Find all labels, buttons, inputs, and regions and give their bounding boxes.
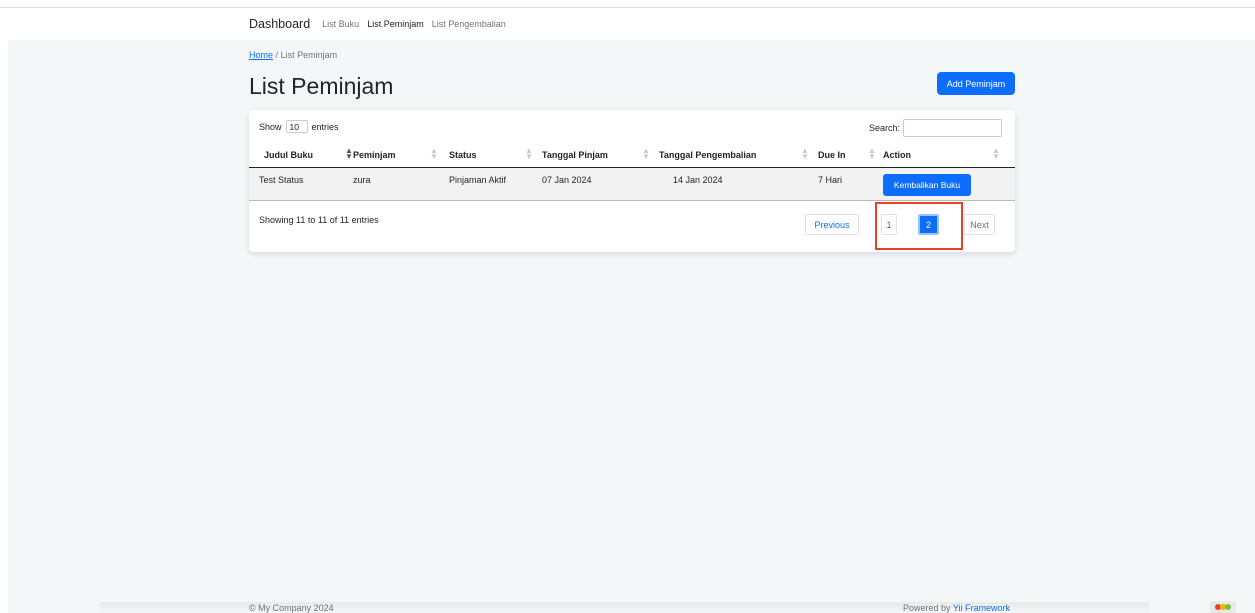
column-header-status[interactable]: Status [449, 150, 477, 160]
breadcrumb-separator: / [275, 50, 279, 60]
sort-asc-icon: ▲ ▼ [345, 146, 353, 161]
sort-icon: ▲ ▼ [801, 146, 809, 161]
navbar: Dashboard List Buku List Peminjam List P… [0, 8, 1255, 40]
cell-status: Pinjaman Aktif [449, 175, 507, 185]
column-header-judul-buku[interactable]: Judul Buku [264, 150, 313, 160]
cell-judul-buku: Test Status [259, 175, 304, 185]
column-header-tanggal-pinjam[interactable]: Tanggal Pinjam [542, 150, 608, 160]
highlight-annotation [875, 202, 963, 250]
navbar-brand[interactable]: Dashboard [249, 17, 310, 31]
length-prefix: Show [259, 121, 282, 132]
table-info: Showing 11 to 11 of 11 entries [259, 215, 379, 225]
length-select[interactable]: 10 [285, 120, 308, 133]
length-suffix: entries [311, 121, 339, 132]
sort-icon: ▲ ▼ [868, 146, 876, 161]
footer-powered-prefix: Powered by [903, 603, 951, 613]
cell-tanggal-pinjam: 07 Jan 2024 [542, 175, 592, 185]
table-card: Show 10 entries Search: Judul Buku ▲ ▼ Pe… [249, 110, 1015, 252]
yii-logo-icon [1210, 601, 1236, 613]
sort-icon: ▲ ▼ [430, 146, 438, 161]
sort-icon: ▲ ▼ [642, 146, 650, 161]
pagination-next-button[interactable]: Next [964, 214, 995, 235]
search-label: Search: [869, 123, 901, 133]
table-bottom-divider [249, 200, 1015, 201]
breadcrumb-current: List Peminjam [280, 50, 338, 60]
footer-copyright: © My Company 2024 [249, 603, 334, 613]
cell-tanggal-pengembalian: 14 Jan 2024 [673, 175, 723, 185]
column-header-due-in[interactable]: Due In [818, 150, 846, 160]
add-peminjam-button[interactable]: Add Peminjam [937, 72, 1015, 95]
breadcrumb: Home / List Peminjam [249, 50, 337, 60]
sort-icon: ▲ ▼ [525, 146, 533, 161]
breadcrumb-home-link[interactable]: Home [249, 50, 273, 60]
column-header-action[interactable]: Action [883, 150, 911, 160]
cell-peminjam: zura [353, 175, 371, 185]
yii-framework-link[interactable]: Yii Framework [953, 603, 1010, 613]
entries-length-control: Show 10 entries [259, 120, 339, 133]
search-input[interactable] [903, 119, 1003, 137]
kembalikan-buku-button[interactable]: Kembalikan Buku [883, 174, 971, 196]
page-title: List Peminjam [249, 73, 394, 99]
nav-link-list-peminjam[interactable]: List Peminjam [367, 19, 424, 29]
nav-link-list-buku[interactable]: List Buku [322, 19, 359, 29]
nav-inner: Dashboard List Buku List Peminjam List P… [249, 8, 514, 40]
nav-link-list-pengembalian[interactable]: List Pengembalian [432, 19, 506, 29]
footer-powered-by: Powered by Yii Framework [903, 603, 1010, 613]
cell-due-in: 7 Hari [818, 175, 843, 185]
pagination-previous-button[interactable]: Previous [805, 214, 859, 235]
sort-icon: ▲ ▼ [992, 146, 1000, 161]
column-header-peminjam[interactable]: Peminjam [353, 150, 396, 160]
search-control: Search: [869, 119, 1003, 137]
column-header-tanggal-pengembalian[interactable]: Tanggal Pengembalian [659, 150, 756, 160]
